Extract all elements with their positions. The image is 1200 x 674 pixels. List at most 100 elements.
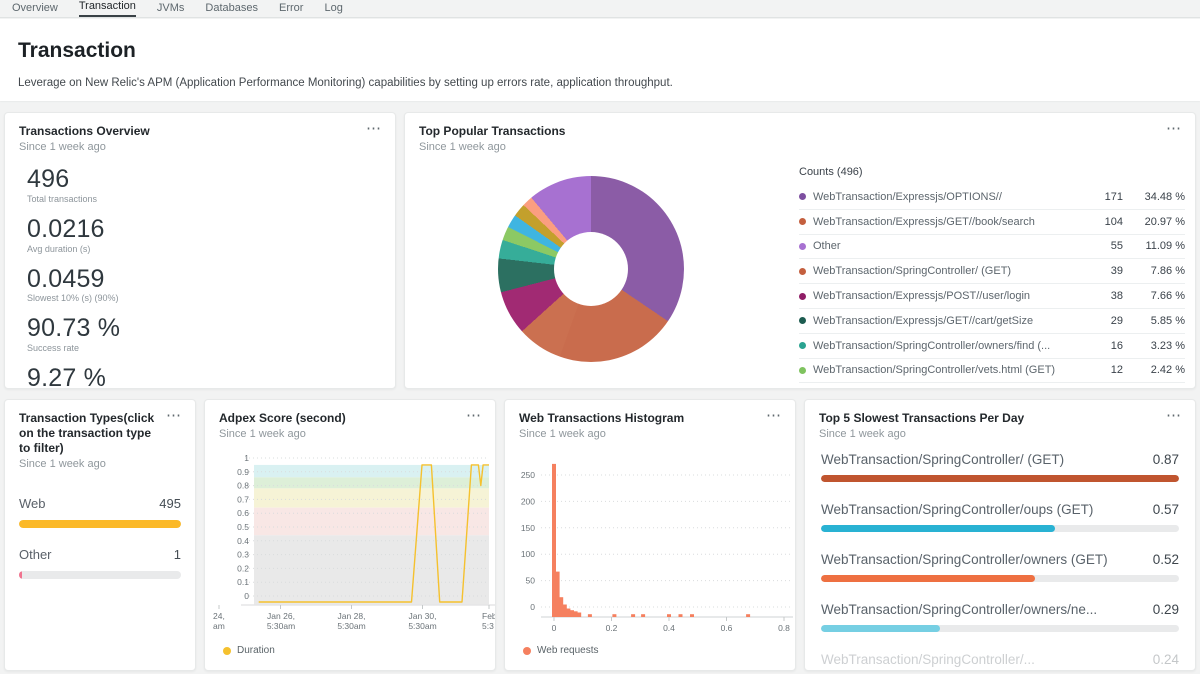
slow-transaction-bar-track	[821, 525, 1179, 532]
svg-text:Jan 26,: Jan 26,	[267, 611, 295, 621]
legend-row[interactable]: WebTransaction/Expressjs/POST//user/logi…	[799, 284, 1185, 309]
legend-title: Counts (496)	[799, 166, 1185, 178]
card-title: Transactions Overview	[19, 124, 361, 139]
type-value: 495	[159, 496, 181, 511]
adpex-legend[interactable]: Duration	[223, 645, 275, 656]
legend-row[interactable]: WebTransaction/SpringController/ (GET)39…	[799, 259, 1185, 284]
page-header: Transaction Leverage on New Relic's APM …	[0, 19, 1200, 101]
tab-log[interactable]: Log	[324, 2, 342, 17]
type-bar-fill	[19, 571, 22, 579]
web-requests-legend-dot-icon	[523, 647, 531, 655]
card-title: Top Popular Transactions	[419, 124, 1161, 139]
legend-row[interactable]: Other5511.09 %	[799, 235, 1185, 260]
legend-row-count: 171	[1089, 191, 1123, 203]
card-transactions-overview: Transactions Overview Since 1 week ago ⋯…	[4, 112, 396, 389]
metric-block: 0.0216Avg duration (s)	[27, 215, 375, 254]
tab-overview[interactable]: Overview	[12, 2, 58, 17]
legend-row[interactable]: WebTransaction/Expressjs/OPTIONS//17134.…	[799, 185, 1185, 210]
metric-value: 0.0216	[27, 215, 375, 244]
slow-transaction-row[interactable]: WebTransaction/SpringController/...0.24	[821, 652, 1179, 671]
legend-row-name: WebTransaction/Expressjs/GET//book/searc…	[813, 216, 1089, 228]
legend-row-name: WebTransaction/Expressjs/GET//cart/getSi…	[813, 315, 1089, 327]
card-adpex-score: Adpex Score (second) Since 1 week ago ⋯ …	[204, 399, 496, 671]
page-title: Transaction	[18, 39, 136, 63]
slow-transaction-label-line: WebTransaction/SpringController/owners (…	[821, 552, 1179, 567]
metric-block: 496Total transactions	[27, 165, 375, 204]
metric-label: Slowest 10% (s) (90%)	[27, 293, 375, 303]
type-label-line: Other1	[19, 547, 181, 562]
svg-text:0.1: 0.1	[237, 577, 249, 587]
tab-error[interactable]: Error	[279, 2, 303, 17]
card-menu-icon[interactable]: ⋯	[1162, 404, 1185, 427]
svg-text:Jan 30,: Jan 30,	[409, 611, 437, 621]
legend-row-percent: 3.23 %	[1123, 340, 1185, 352]
type-bar-fill	[19, 520, 181, 528]
metric-value: 496	[27, 165, 375, 194]
card-top5-slowest-transactions: Top 5 Slowest Transactions Per Day Since…	[804, 399, 1196, 671]
histogram-chart: 05010015020025000.20.40.60.8	[505, 400, 796, 671]
svg-text:0.8: 0.8	[237, 481, 249, 491]
svg-text:5:30am: 5:30am	[337, 621, 365, 631]
type-label: Other	[19, 547, 52, 562]
type-label-line: Web 495	[19, 496, 181, 511]
legend-row-count: 12	[1089, 364, 1123, 376]
slow-transaction-row[interactable]: WebTransaction/SpringController/ (GET)0.…	[821, 452, 1179, 482]
slow-transaction-row[interactable]: WebTransaction/SpringController/owners/n…	[821, 602, 1179, 632]
legend-row-count: 55	[1089, 240, 1123, 252]
svg-text:0.6: 0.6	[237, 508, 249, 518]
transaction-type-row[interactable]: Web 495	[19, 496, 181, 528]
slow-transaction-bar-fill	[821, 625, 940, 632]
slow-transaction-value: 0.52	[1153, 552, 1179, 567]
tab-databases[interactable]: Databases	[205, 2, 258, 17]
legend-row-count: 29	[1089, 315, 1123, 327]
slow-transaction-label-line: WebTransaction/SpringController/ (GET)0.…	[821, 452, 1179, 467]
transaction-type-row[interactable]: Other1	[19, 547, 181, 579]
type-bar-track	[19, 520, 181, 528]
donut-chart[interactable]	[498, 176, 684, 362]
card-menu-icon[interactable]: ⋯	[1162, 117, 1185, 140]
legend-row-name: WebTransaction/SpringController/vets.htm…	[813, 364, 1089, 376]
slow-transaction-bar-fill	[821, 525, 1055, 532]
slow-transaction-value: 0.29	[1153, 602, 1179, 617]
svg-text:0.6: 0.6	[721, 623, 733, 633]
card-timerange: Since 1 week ago	[19, 141, 361, 153]
tab-jvms[interactable]: JVMs	[157, 2, 185, 17]
legend-row[interactable]: WebTransaction/Expressjs/GET//cart/getSi…	[799, 309, 1185, 334]
svg-text:am: am	[213, 621, 225, 631]
legend-dot-icon	[799, 342, 806, 349]
slow-transaction-row[interactable]: WebTransaction/SpringController/owners (…	[821, 552, 1179, 582]
card-menu-icon[interactable]: ⋯	[162, 404, 185, 427]
legend-dot-icon	[799, 367, 806, 374]
legend-row-name: WebTransaction/SpringController/ (GET)	[813, 265, 1089, 277]
svg-text:50: 50	[526, 576, 536, 586]
svg-text:1: 1	[244, 453, 249, 463]
tab-transaction[interactable]: Transaction	[79, 0, 136, 17]
legend-row[interactable]: WebTransaction/SpringController/owners/f…	[799, 334, 1185, 359]
metric-label: Success rate	[27, 343, 375, 353]
svg-text:0: 0	[552, 623, 557, 633]
legend-row-name: WebTransaction/Expressjs/POST//user/logi…	[813, 290, 1089, 302]
svg-text:150: 150	[521, 523, 535, 533]
slow-transaction-value: 0.24	[1153, 652, 1179, 667]
card-timerange: Since 1 week ago	[19, 458, 161, 470]
slow-transaction-label-line: WebTransaction/SpringController/owners/n…	[821, 602, 1179, 617]
legend-row-percent: 20.97 %	[1123, 216, 1185, 228]
legend-row[interactable]: WebTransaction/SpringController/vets.htm…	[799, 359, 1185, 384]
type-label: Web	[19, 496, 46, 511]
slow-transaction-bar-track	[821, 575, 1179, 582]
slow-transaction-row[interactable]: WebTransaction/SpringController/oups (GE…	[821, 502, 1179, 532]
slow-transaction-name: WebTransaction/SpringController/owners/n…	[821, 602, 1097, 617]
legend-row-name: Other	[813, 240, 1089, 252]
card-top-popular-transactions: Top Popular Transactions Since 1 week ag…	[404, 112, 1196, 389]
svg-text:0.7: 0.7	[237, 494, 249, 504]
svg-text:24,: 24,	[213, 611, 225, 621]
legend-row[interactable]: WebTransaction/Expressjs/GET//book/searc…	[799, 210, 1185, 235]
type-bar-track	[19, 571, 181, 579]
card-transaction-types: Transaction Types(click on the transacti…	[4, 399, 196, 671]
card-title: Transaction Types(click on the transacti…	[19, 411, 161, 456]
card-menu-icon[interactable]: ⋯	[362, 117, 385, 140]
histogram-legend[interactable]: Web requests	[523, 645, 599, 656]
svg-text:100: 100	[521, 549, 535, 559]
svg-text:250: 250	[521, 470, 535, 480]
legend-row-percent: 7.66 %	[1123, 290, 1185, 302]
